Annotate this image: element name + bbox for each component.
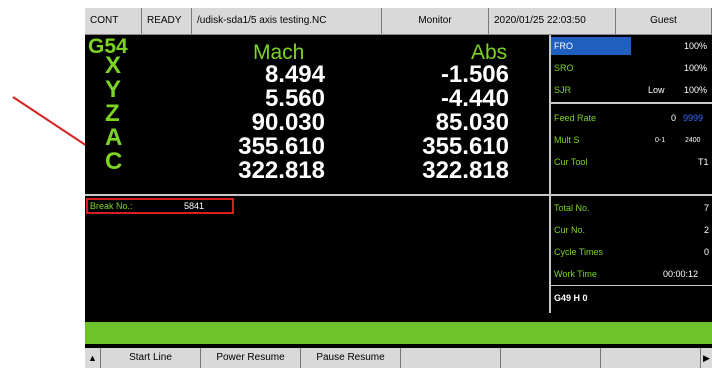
- total-no-value: 7: [704, 203, 710, 213]
- sro-label: SRO: [554, 63, 574, 73]
- file-path: /udisk-sda1/5 axis testing.NC: [192, 8, 382, 34]
- right-info-panel: FRO 100% SRO 100% SJR Low 100% Feed Rate…: [551, 35, 712, 313]
- break-number-value: 5841: [184, 201, 205, 211]
- mult-s-row: Mult S 0-1 2400: [551, 129, 712, 151]
- sro-row[interactable]: SRO 100%: [551, 57, 712, 79]
- cur-no-label: Cur No.: [554, 225, 586, 235]
- mult-s-max: 2400: [685, 137, 701, 144]
- softkey-up-arrow[interactable]: ▲: [85, 348, 101, 368]
- break-number-label: Break No.:: [90, 201, 133, 211]
- right-separator-3: [551, 285, 712, 286]
- state-indicator: READY: [142, 8, 192, 34]
- cycle-times-value: 0: [704, 247, 710, 257]
- feed-rate-value: 0: [671, 113, 677, 123]
- view-name: Monitor: [382, 8, 489, 34]
- cur-tool-value: T1: [698, 157, 709, 167]
- softkey-empty-1[interactable]: [401, 348, 501, 368]
- sjr-label: SJR: [554, 85, 572, 95]
- work-time-value: 00:00:12: [663, 269, 699, 279]
- fro-value: 100%: [684, 41, 708, 51]
- softkey-empty-2[interactable]: [501, 348, 601, 368]
- right-separator-2: [551, 194, 712, 196]
- message-bar: [85, 322, 712, 344]
- softkey-bar: ▲ Start Line Power Resume Pause Resume ▶: [85, 348, 712, 368]
- cur-no-value: 2: [704, 225, 710, 235]
- cur-no-row: Cur No. 2: [551, 219, 712, 241]
- softkey-empty-3[interactable]: [601, 348, 701, 368]
- cur-tool-row: Cur Tool T1: [551, 151, 712, 173]
- cur-tool-label: Cur Tool: [554, 157, 588, 167]
- panel-divider-horizontal: [85, 194, 549, 196]
- feed-rate-row: Feed Rate 0 9999: [551, 107, 712, 129]
- cycle-times-label: Cycle Times: [554, 247, 604, 257]
- fro-row[interactable]: FRO 100%: [551, 35, 712, 57]
- right-separator-1: [551, 102, 712, 104]
- abs-value-c: 322.818: [422, 157, 509, 184]
- axis-name-c: C: [105, 148, 123, 175]
- total-no-label: Total No.: [554, 203, 590, 213]
- fro-label: FRO: [554, 41, 573, 51]
- sjr-row[interactable]: SJR Low 100%: [551, 79, 712, 101]
- pause-resume-button[interactable]: Pause Resume: [301, 348, 401, 368]
- sro-value: 100%: [684, 63, 708, 73]
- sjr-value: 100%: [684, 85, 708, 95]
- cycle-times-row: Cycle Times 0: [551, 241, 712, 263]
- break-number-box: Break No.: 5841: [86, 198, 234, 214]
- status-bar: CONT READY /udisk-sda1/5 axis testing.NC…: [85, 8, 712, 35]
- cnc-screen: CONT READY /udisk-sda1/5 axis testing.NC…: [85, 8, 712, 368]
- gcode-modal: G49 H 0: [554, 293, 588, 303]
- mult-s-value: 0-1: [655, 137, 666, 144]
- sjr-level: Low: [648, 85, 665, 95]
- mach-value-c: 322.818: [238, 157, 325, 184]
- power-resume-button[interactable]: Power Resume: [201, 348, 301, 368]
- feed-rate-label: Feed Rate: [554, 113, 597, 123]
- start-line-button[interactable]: Start Line: [101, 348, 201, 368]
- total-no-row: Total No. 7: [551, 197, 712, 219]
- datetime: 2020/01/25 22:03:50: [489, 8, 616, 34]
- feed-rate-max: 9999: [683, 113, 704, 123]
- coordinate-panel: G54 Mach Abs X 8.494 -1.506 Y 5.560 -4.4…: [85, 35, 549, 195]
- gcode-row: G49 H 0: [551, 287, 712, 309]
- mult-s-label: Mult S: [554, 135, 580, 145]
- user-name: Guest: [616, 8, 712, 34]
- work-time-row: Work Time 00:00:12: [551, 263, 712, 285]
- softkey-right-arrow[interactable]: ▶: [701, 348, 712, 368]
- work-time-label: Work Time: [554, 269, 597, 279]
- mode-indicator: CONT: [85, 8, 142, 34]
